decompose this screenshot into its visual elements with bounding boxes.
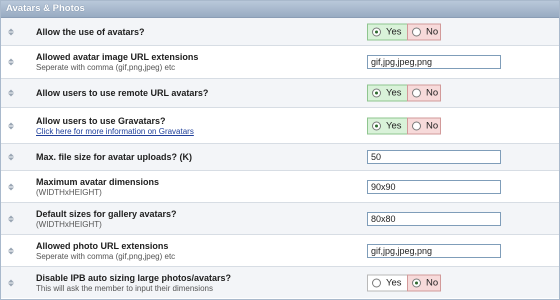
drag-handle-icon[interactable] (7, 215, 15, 222)
setting-description: (WIDTHxHEIGHT) (36, 187, 102, 197)
drag-handle-icon[interactable] (7, 279, 15, 286)
drag-handle-icon[interactable] (7, 28, 15, 35)
photo-url-extensions-input[interactable] (367, 243, 501, 258)
setting-row-max-avatar-dimensions: Maximum avatar dimensions (WIDTHxHEIGHT) (1, 171, 559, 203)
setting-title: Allow the use of avatars? (36, 26, 145, 37)
radio-unchecked-icon[interactable] (412, 27, 421, 36)
yes-option[interactable]: Yes (367, 117, 407, 134)
drag-handle-icon[interactable] (7, 122, 15, 129)
no-option[interactable]: No (407, 23, 441, 40)
avatars-photos-panel: Avatars & Photos Allow the use of avatar… (0, 0, 560, 300)
yes-label: Yes (386, 277, 402, 288)
no-label: No (426, 87, 439, 99)
radio-checked-icon[interactable] (372, 121, 381, 130)
section-header: Avatars & Photos (1, 1, 559, 18)
max-avatar-dimensions-input[interactable] (367, 179, 501, 194)
setting-description: Seperate with comma (gif,png,jpeg) etc (36, 63, 176, 72)
setting-title: Maximum avatar dimensions (36, 176, 160, 187)
yes-no-toggle: Yes No (367, 274, 441, 291)
no-label: No (426, 277, 439, 288)
drag-handle-icon[interactable] (7, 89, 15, 97)
drag-handle-icon[interactable] (7, 153, 15, 161)
yes-label: Yes (386, 26, 402, 37)
drag-handle-icon[interactable] (7, 183, 15, 190)
no-label: No (426, 26, 439, 37)
setting-row-photo-url-extensions: Allowed photo URL extensions Seperate wi… (1, 235, 559, 267)
gravatar-info-link[interactable]: Click here for more information on Grava… (36, 127, 194, 136)
yes-no-toggle: Yes No (367, 23, 441, 40)
drag-handle-icon[interactable] (7, 58, 15, 66)
no-option[interactable]: No (407, 274, 441, 291)
setting-description: Seperate with comma (gif,png,jpeg) etc (36, 251, 176, 261)
setting-row-avatar-url-extensions: Allowed avatar image URL extensions Sepe… (1, 46, 559, 79)
radio-unchecked-icon[interactable] (412, 121, 421, 130)
setting-title: Allow users to use remote URL avatars? (36, 88, 209, 98)
yes-no-toggle: Yes No (367, 117, 441, 134)
yes-label: Yes (386, 87, 402, 99)
radio-unchecked-icon[interactable] (372, 278, 381, 287)
yes-option[interactable]: Yes (367, 23, 407, 40)
radio-checked-icon[interactable] (412, 278, 421, 287)
radio-checked-icon[interactable] (372, 88, 381, 98)
radio-checked-icon[interactable] (372, 27, 381, 36)
setting-description: (WIDTHxHEIGHT) (36, 219, 102, 229)
setting-title: Disable IPB auto sizing large photos/ava… (36, 272, 232, 283)
setting-row-max-file-size: Max. file size for avatar uploads? (K) (1, 144, 559, 171)
setting-row-disable-auto-sizing: Disable IPB auto sizing large photos/ava… (1, 267, 559, 298)
yes-no-toggle: Yes No (367, 84, 441, 102)
setting-row-allow-avatars: Allow the use of avatars? Yes No (1, 18, 559, 46)
setting-title: Max. file size for avatar uploads? (K) (36, 152, 193, 162)
yes-option[interactable]: Yes (367, 274, 407, 291)
max-file-size-input[interactable] (367, 150, 501, 164)
setting-row-gravatars: Allow users to use Gravatars? Click here… (1, 108, 559, 144)
yes-label: Yes (386, 120, 402, 131)
setting-title: Allowed avatar image URL extensions (36, 52, 199, 62)
setting-row-gallery-avatar-sizes: Default sizes for gallery avatars? (WIDT… (1, 203, 559, 235)
yes-option[interactable]: Yes (367, 84, 407, 102)
no-option[interactable]: No (407, 84, 441, 102)
avatar-url-extensions-input[interactable] (367, 55, 501, 69)
setting-title: Default sizes for gallery avatars? (36, 208, 177, 219)
gallery-avatar-sizes-input[interactable] (367, 211, 501, 226)
radio-unchecked-icon[interactable] (412, 88, 421, 98)
setting-title: Allow users to use Gravatars? (36, 115, 166, 126)
drag-handle-icon[interactable] (7, 247, 15, 254)
no-label: No (426, 120, 439, 131)
no-option[interactable]: No (407, 117, 441, 134)
setting-description: This will ask the member to input their … (36, 283, 213, 293)
setting-row-remote-url-avatars: Allow users to use remote URL avatars? Y… (1, 79, 559, 108)
setting-title: Allowed photo URL extensions (36, 240, 169, 251)
